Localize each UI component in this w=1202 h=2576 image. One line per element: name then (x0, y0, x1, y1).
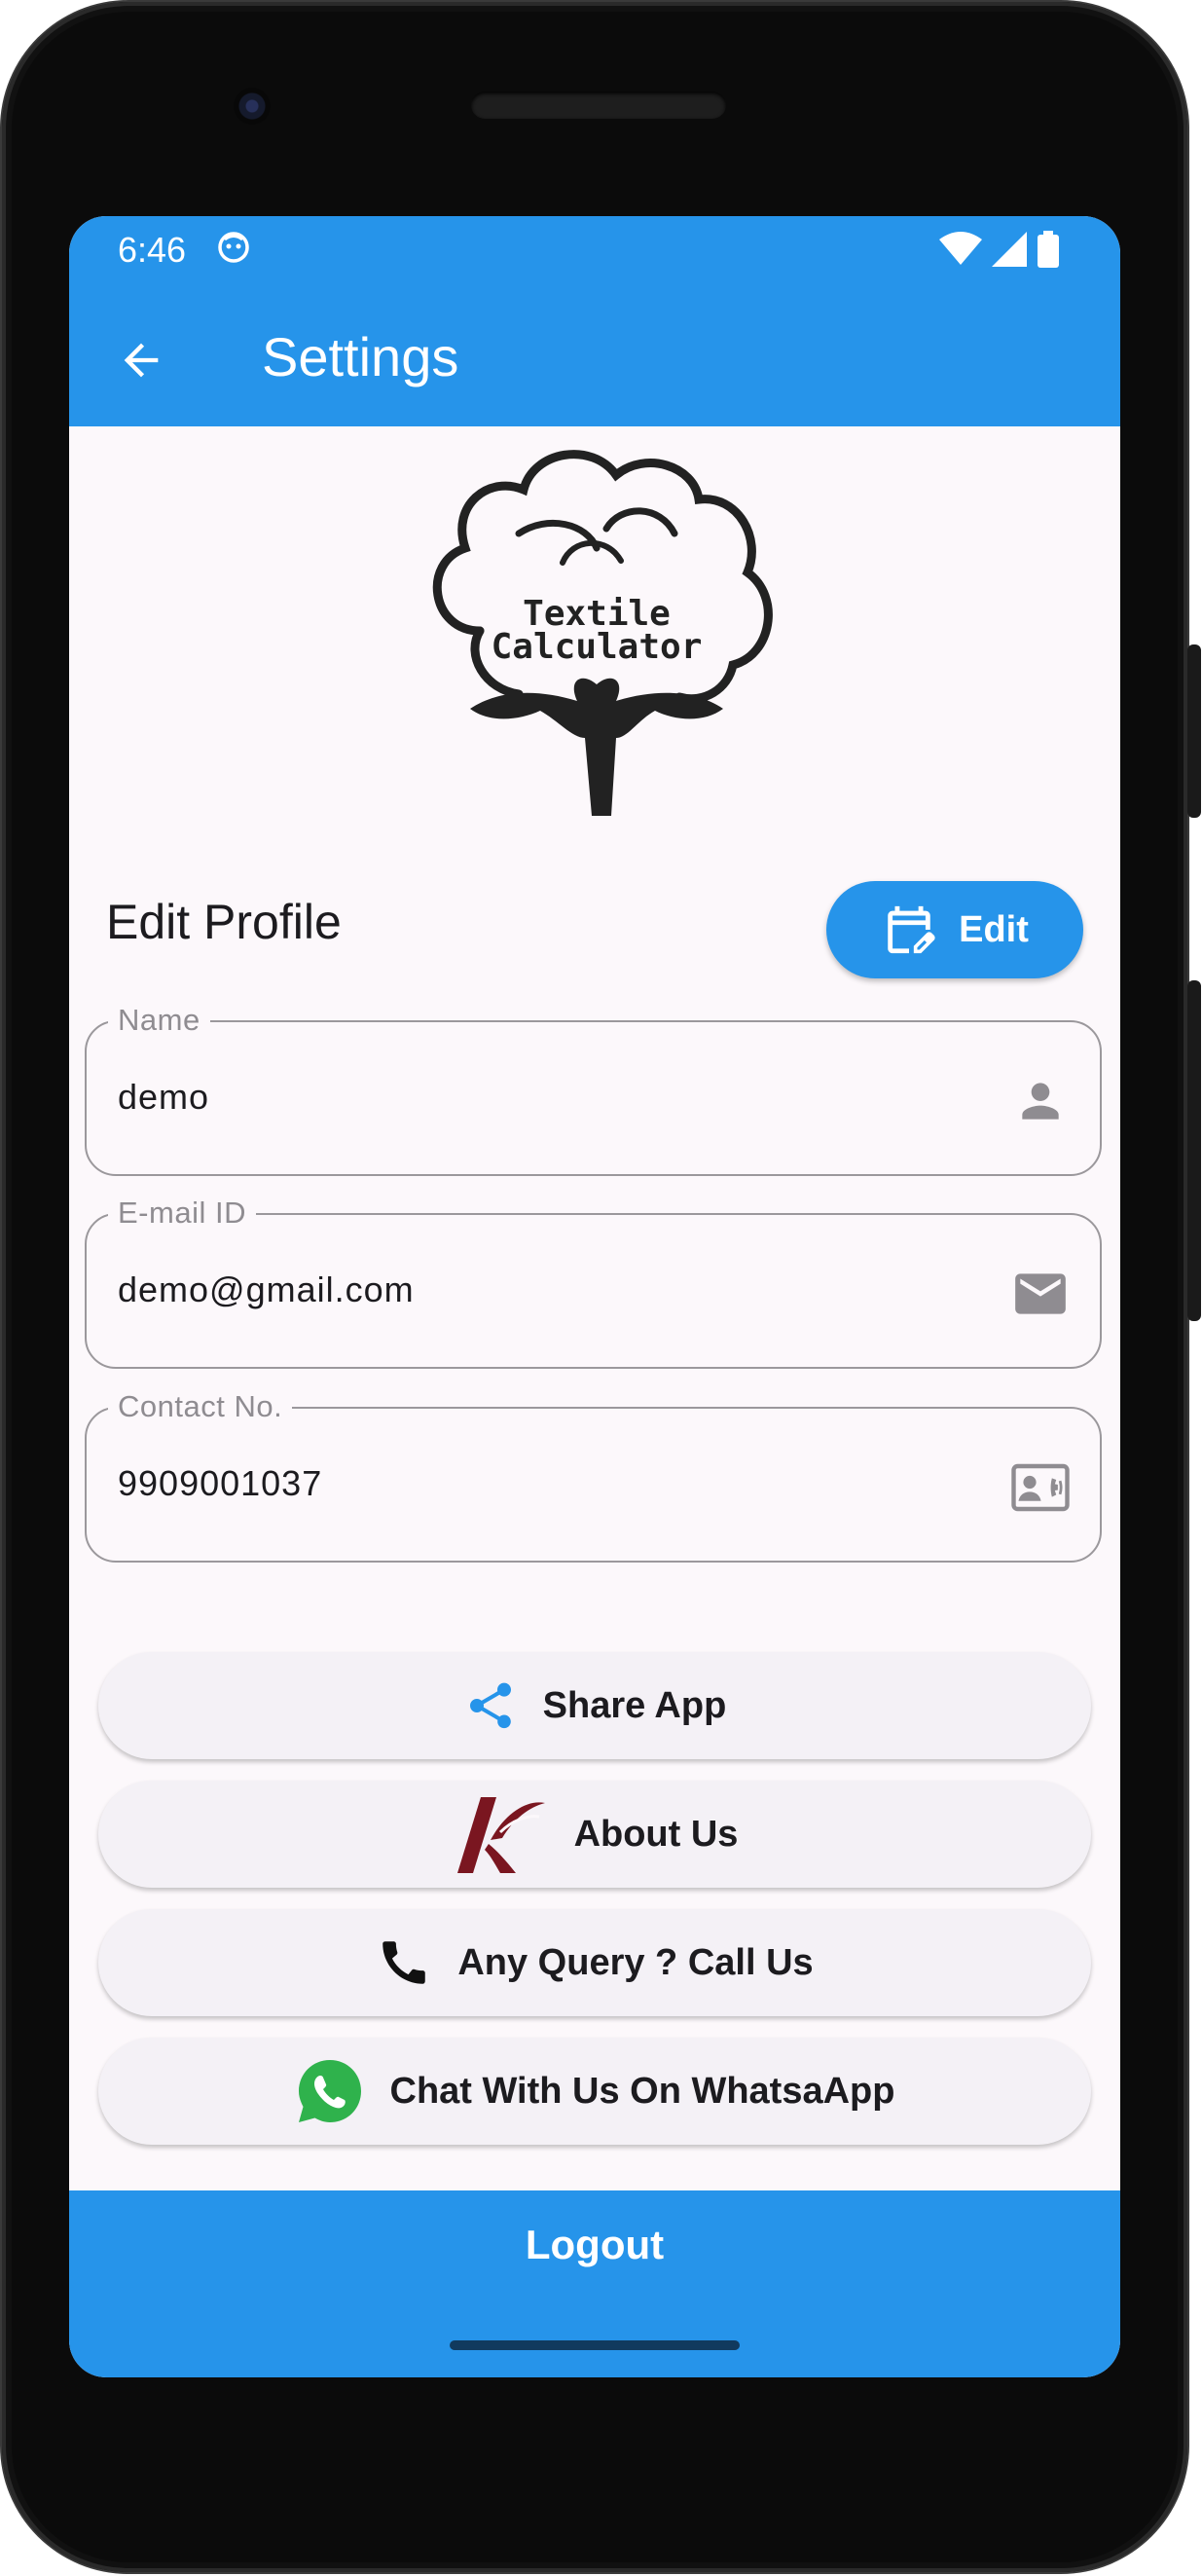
email-field[interactable]: E-mail ID demo@gmail.com (85, 1196, 1102, 1369)
whatsapp-icon (298, 2060, 361, 2122)
screen: 6:46 Settings Textile Calculator Edit Pr… (69, 216, 1120, 2377)
battery-icon (1038, 231, 1059, 268)
person-icon (1008, 1069, 1073, 1133)
contact-field-label: Contact No. (108, 1389, 293, 1424)
back-arrow-icon (124, 343, 159, 378)
status-bar: 6:46 (69, 216, 1120, 294)
whatsapp-chat-label: Chat With Us On WhatsaApp (389, 2070, 895, 2112)
edit-button-label: Edit (959, 908, 1029, 950)
logout-label: Logout (525, 2222, 665, 2267)
phone-icon (382, 1941, 426, 1984)
about-us-button[interactable]: About Us (98, 1781, 1091, 1888)
edit-profile-button[interactable]: Edit (826, 881, 1083, 978)
mail-icon (1008, 1262, 1073, 1326)
about-us-label: About Us (573, 1813, 739, 1855)
textile-calculator-logo: Textile Calculator (412, 446, 782, 826)
whatsapp-chat-button[interactable]: Chat With Us On WhatsaApp (98, 2038, 1091, 2145)
name-field[interactable]: Name demo (85, 1003, 1102, 1176)
contact-field-value[interactable]: 9909001037 (118, 1463, 322, 1504)
k-brand-logo-icon (456, 1797, 545, 1873)
power-button (1187, 644, 1201, 818)
earpiece-speaker (471, 92, 726, 119)
front-camera (234, 88, 271, 125)
share-app-button[interactable]: Share App (98, 1652, 1091, 1759)
status-time: 6:46 (118, 230, 187, 270)
name-field-label: Name (108, 1003, 210, 1038)
contact-card-icon (1008, 1455, 1073, 1520)
notification-app-icon (218, 232, 249, 263)
share-icon (469, 1682, 511, 1729)
back-button[interactable] (108, 327, 174, 393)
signal-icon (992, 232, 1027, 267)
phone-frame: 6:46 Settings Textile Calculator Edit Pr… (2, 2, 1201, 2572)
email-field-label: E-mail ID (108, 1196, 256, 1231)
logo-text-line2: Calculator (491, 627, 703, 667)
volume-button (1187, 980, 1201, 1321)
name-field-value[interactable]: demo (118, 1077, 209, 1118)
share-app-label: Share App (542, 1684, 727, 1726)
edit-profile-heading: Edit Profile (106, 895, 342, 949)
call-us-label: Any Query ? Call Us (457, 1941, 814, 1983)
call-us-button[interactable]: Any Query ? Call Us (98, 1909, 1091, 2016)
wifi-icon (939, 232, 982, 265)
calendar-edit-icon (888, 905, 935, 954)
status-icons (939, 230, 1060, 269)
logout-button[interactable]: Logout (69, 2190, 1120, 2377)
home-indicator[interactable] (450, 2340, 740, 2350)
page-title: Settings (262, 326, 459, 387)
contact-field[interactable]: Contact No. 9909001037 (85, 1389, 1102, 1563)
app-bar: Settings (69, 294, 1120, 426)
email-field-value[interactable]: demo@gmail.com (118, 1270, 415, 1310)
